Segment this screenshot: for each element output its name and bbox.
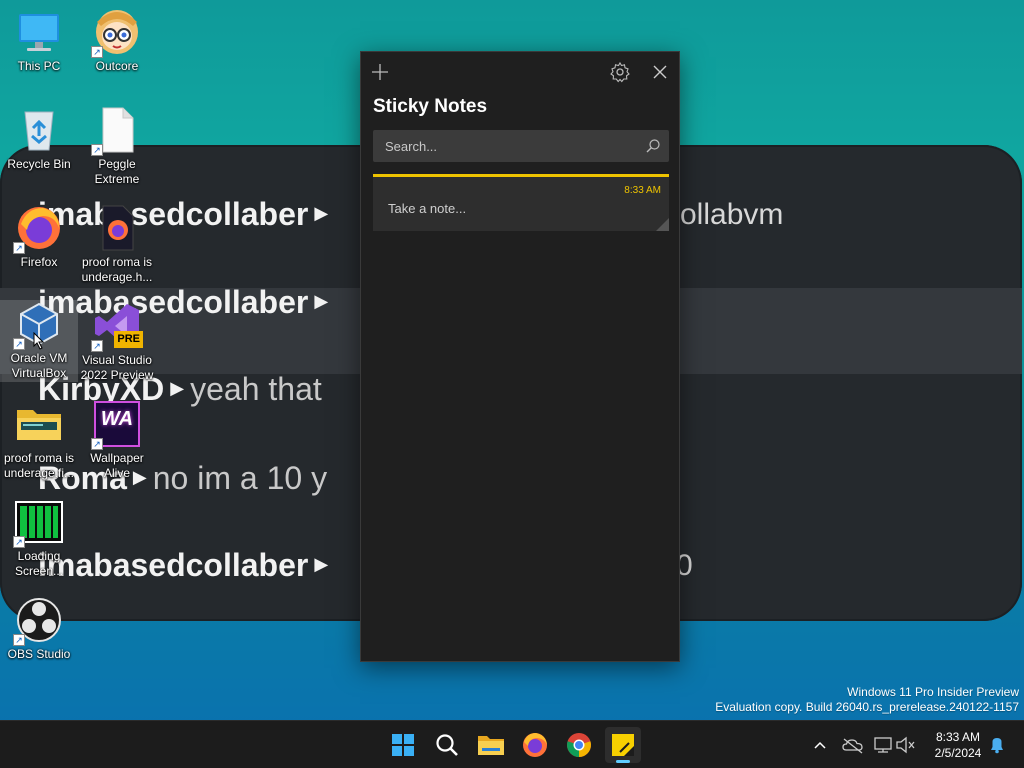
desktop-icon-firefox[interactable]: ↗ Firefox <box>0 204 78 270</box>
search-icon[interactable] <box>645 138 661 154</box>
network-icon <box>874 737 892 753</box>
desktop-icon-recycle-bin[interactable]: Recycle Bin <box>0 106 78 172</box>
volume-muted-icon <box>896 736 915 754</box>
cloud-offline-icon <box>842 738 863 754</box>
shortcut-arrow-icon: ↗ <box>13 536 25 548</box>
loading-screen-icon: ↗ <box>13 498 63 548</box>
recycle-bin-icon <box>15 106 63 154</box>
sticky-notes-window: Sticky Notes 8:33 AM Take a note... <box>360 51 680 662</box>
desktop-icon-wallpaper-alive[interactable]: WA ↗ Wallpaper Alive <box>78 400 156 481</box>
active-indicator <box>616 760 630 763</box>
wallpaper-chat-row: imabasedcollaber ▶ <box>38 547 329 583</box>
search-icon <box>436 734 458 756</box>
bell-icon <box>991 738 1003 754</box>
note-card[interactable]: 8:33 AM Take a note... <box>373 174 669 231</box>
new-note-button[interactable] <box>368 60 392 84</box>
close-icon <box>653 65 667 79</box>
mouse-cursor-icon <box>33 332 45 350</box>
taskbar-chrome[interactable] <box>561 727 597 763</box>
desktop-icon-visual-studio[interactable]: PRE ↗ Visual Studio 2022 Preview <box>78 302 156 383</box>
desktop-icon-outcore[interactable]: ↗ Outcore <box>78 8 156 74</box>
start-button[interactable] <box>385 727 421 763</box>
folder-icon <box>15 400 63 448</box>
desktop-icon-this-pc[interactable]: This PC <box>0 8 78 74</box>
shortcut-arrow-icon: ↗ <box>91 438 103 450</box>
obs-studio-icon: ↗ <box>13 596 63 646</box>
sticky-notes-icon <box>612 734 634 756</box>
note-placeholder-text: Take a note... <box>388 201 467 216</box>
search-input[interactable] <box>373 130 633 162</box>
shortcut-arrow-icon: ↗ <box>13 242 25 254</box>
taskbar-firefox[interactable] <box>517 727 553 763</box>
gear-icon <box>610 61 630 83</box>
desktop-icon-loading-screen[interactable]: ↗ Loading Screen... <box>0 498 78 579</box>
desktop-icon-proof-folder[interactable]: proof roma is underage.fi... <box>0 400 78 481</box>
windows-watermark: Windows 11 Pro Insider Preview Evaluatio… <box>715 685 1019 714</box>
firefox-icon: ↗ <box>13 204 63 254</box>
wallpaper-chat-fragment: ollabvm <box>680 198 784 231</box>
preview-badge: PRE <box>114 331 143 348</box>
wallpaper-alive-icon: WA ↗ <box>91 400 141 450</box>
settings-button[interactable] <box>608 60 632 84</box>
close-button[interactable] <box>648 60 672 84</box>
firefox-icon <box>523 733 547 757</box>
start-icon <box>392 734 414 756</box>
taskbar: 8:33 AM 2/5/2024 <box>0 720 1024 768</box>
outcore-character-icon: ↗ <box>91 8 141 58</box>
file-explorer-icon <box>478 736 504 755</box>
shortcut-arrow-icon: ↗ <box>91 144 103 156</box>
notifications-button[interactable] <box>986 721 1008 768</box>
desktop-icon-obs-studio[interactable]: ↗ OBS Studio <box>0 596 78 662</box>
desktop-icon-peggle-extreme[interactable]: ↗ Peggle Extreme <box>78 106 156 187</box>
onedrive-button[interactable] <box>840 721 866 768</box>
firefox-document-icon <box>93 204 141 252</box>
chevron-up-icon <box>814 741 826 749</box>
shortcut-arrow-icon: ↗ <box>91 46 103 58</box>
taskbar-clock[interactable]: 8:33 AM 2/5/2024 <box>926 729 990 761</box>
monitor-icon <box>15 8 63 56</box>
chrome-icon <box>567 733 591 757</box>
app-title: Sticky Notes <box>373 96 488 117</box>
shortcut-arrow-icon: ↗ <box>91 340 103 352</box>
note-timestamp: 8:33 AM <box>624 185 661 196</box>
shortcut-arrow-icon: ↗ <box>13 338 25 350</box>
quick-settings-button[interactable] <box>872 721 916 768</box>
plus-icon <box>372 64 388 80</box>
search-box[interactable] <box>373 130 669 162</box>
file-icon: ↗ <box>91 106 141 156</box>
show-hidden-icons-button[interactable] <box>808 721 832 768</box>
taskbar-sticky-notes[interactable] <box>605 727 641 763</box>
visual-studio-icon: PRE ↗ <box>91 302 143 352</box>
desktop-icon-proof-html[interactable]: proof roma is underage.h... <box>78 204 156 285</box>
shortcut-arrow-icon: ↗ <box>13 634 25 646</box>
title-bar[interactable] <box>361 52 679 92</box>
taskbar-search-button[interactable] <box>429 727 465 763</box>
wallpaper-alive-logo-text: WA <box>100 408 134 430</box>
taskbar-file-explorer[interactable] <box>473 727 509 763</box>
note-fold-corner <box>656 218 669 231</box>
